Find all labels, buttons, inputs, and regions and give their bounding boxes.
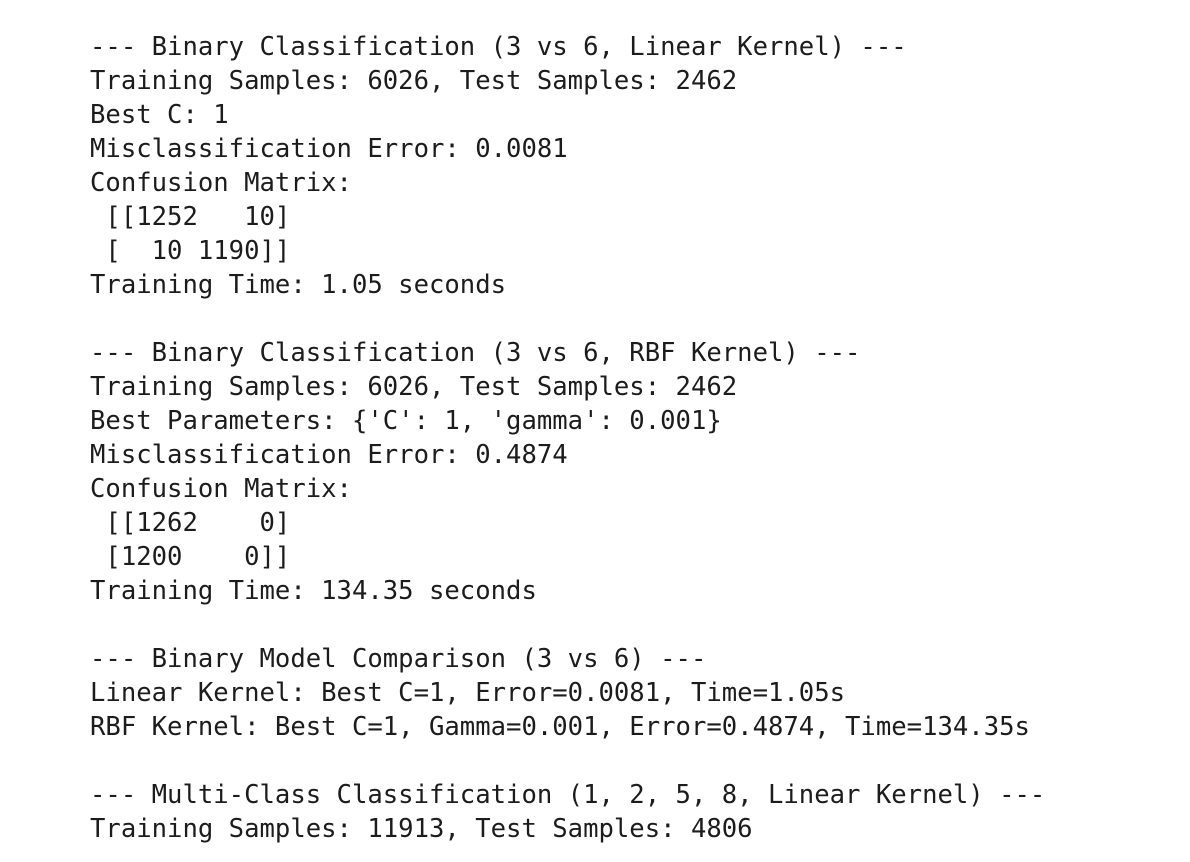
sample-counts: Training Samples: 6026, Test Samples: 24… bbox=[90, 372, 738, 402]
section-header-comparison: --- Binary Model Comparison (3 vs 6) --- bbox=[90, 644, 707, 674]
console-output: --- Binary Classification (3 vs 6, Linea… bbox=[90, 30, 1045, 846]
confusion-matrix-row: [1200 0]] bbox=[90, 542, 291, 572]
best-parameters: Best Parameters: {'C': 1, 'gamma': 0.001… bbox=[90, 406, 722, 436]
section-header-multiclass: --- Multi-Class Classification (1, 2, 5,… bbox=[90, 780, 1046, 810]
confusion-matrix-label: Confusion Matrix: bbox=[90, 168, 352, 198]
comparison-linear: Linear Kernel: Best C=1, Error=0.0081, T… bbox=[90, 678, 846, 708]
training-time: Training Time: 1.05 seconds bbox=[90, 270, 507, 300]
misclassification-error: Misclassification Error: 0.0081 bbox=[90, 134, 568, 164]
confusion-matrix-row: [[1262 0] bbox=[90, 508, 291, 538]
section-header-rbf: --- Binary Classification (3 vs 6, RBF K… bbox=[90, 338, 861, 368]
confusion-matrix-row: [ 10 1190]] bbox=[90, 236, 291, 266]
confusion-matrix-row: [[1252 10] bbox=[90, 202, 291, 232]
sample-counts: Training Samples: 11913, Test Samples: 4… bbox=[90, 814, 753, 844]
section-header-linear: --- Binary Classification (3 vs 6, Linea… bbox=[90, 32, 907, 62]
comparison-rbf: RBF Kernel: Best C=1, Gamma=0.001, Error… bbox=[90, 712, 1030, 742]
misclassification-error: Misclassification Error: 0.4874 bbox=[90, 440, 568, 470]
sample-counts: Training Samples: 6026, Test Samples: 24… bbox=[90, 66, 738, 96]
training-time: Training Time: 134.35 seconds bbox=[90, 576, 537, 606]
confusion-matrix-label: Confusion Matrix: bbox=[90, 474, 352, 504]
best-c: Best C: 1 bbox=[90, 100, 229, 130]
